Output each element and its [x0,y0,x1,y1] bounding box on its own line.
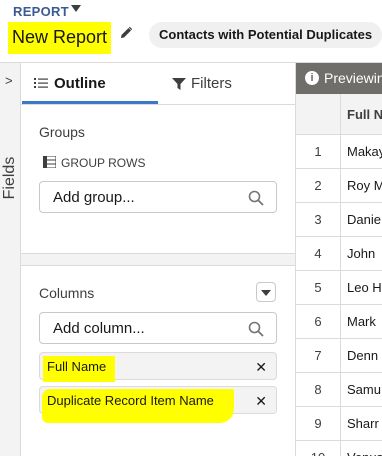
full-name-cell: Samu [347,382,381,397]
table-row: 8 Samu [296,373,382,407]
row-number: 1 [314,144,322,159]
full-name-cell: Denn [347,348,379,363]
report-type-pill: Contacts with Potential Duplicates [149,22,382,48]
add-column-placeholder: Add column... [53,320,145,337]
preview-banner-text: Previewing [324,70,382,86]
fields-rail[interactable]: > Fields [0,63,21,456]
column-chip-full-name[interactable]: Full Name ✕ [39,352,277,382]
full-name-cell: Mark [347,314,376,329]
chevron-right-icon[interactable]: > [5,73,13,88]
row-number: 8 [314,382,322,397]
row-number: 3 [314,212,322,227]
funnel-icon [172,78,186,90]
table-row: 9 Sharr [296,407,382,441]
row-number: 9 [314,416,322,431]
column-chip-duplicate-record-item-name[interactable]: Duplicate Record Item Name ✕ [39,386,277,423]
columns-title: Columns [39,285,95,301]
remove-column-icon[interactable]: ✕ [255,359,267,376]
full-name-cell: Roy M [347,178,382,193]
add-group-input[interactable]: Add group... [39,181,277,213]
row-number: 10 [296,450,340,456]
column-chip-label: Full Name [47,359,107,374]
add-group-placeholder: Add group... [53,189,135,206]
preview-table: Full N 1 Makay 2 Roy M 3 Danie 4 John 5 Leo H 6 Mar… [296,94,382,456]
report-title[interactable]: New Report [8,22,112,54]
table-row: 2 Roy M [296,169,382,203]
row-number: 7 [314,348,322,363]
tab-outline-label: Outline [54,75,106,92]
preview-banner: i Previewing [296,63,382,94]
group-rows-label: GROUP ROWS [61,156,146,170]
groups-title: Groups [39,124,85,140]
search-icon [248,190,264,206]
row-number: 4 [314,246,322,261]
row-number: 5 [314,280,322,295]
table-row: 6 Mark [296,305,382,339]
report-menu-caret-icon[interactable] [71,5,81,12]
row-number: 2 [314,178,322,193]
table-header-row: Full N [296,94,382,135]
add-column-input[interactable]: Add column... [39,312,277,344]
table-row: 5 Leo H [296,271,382,305]
table-row: 1 Makay [296,135,382,169]
group-rows-icon [43,156,56,168]
chevron-down-icon [261,290,271,296]
table-row: 7 Denn [296,339,382,373]
row-number: 6 [314,314,322,329]
full-name-cell: John [347,246,376,261]
report-label: REPORT [13,4,69,19]
remove-column-icon[interactable]: ✕ [255,393,267,410]
tabs-divider [21,104,295,105]
fields-rail-label[interactable]: Fields [1,155,19,201]
section-separator [21,253,295,266]
search-icon [248,321,264,337]
info-icon: i [305,71,319,85]
full-name-cell: Makay [347,144,382,159]
list-icon [34,78,48,88]
full-name-cell: Leo H [347,280,382,295]
full-name-cell: Venus [347,450,382,456]
columns-menu-button[interactable] [256,282,276,302]
column-chip-label: Duplicate Record Item Name [47,393,214,408]
table-row: 4 John [296,237,382,271]
tab-filters-label: Filters [191,75,232,92]
table-row: 3 Danie [296,203,382,237]
full-name-cell: Sharr [347,416,379,431]
table-row: 10 Venus [296,441,382,456]
full-name-cell: Danie [347,212,381,227]
row-number-divider [340,94,341,456]
column-header-full-name[interactable]: Full N [347,107,382,122]
pencil-icon[interactable] [119,26,133,40]
